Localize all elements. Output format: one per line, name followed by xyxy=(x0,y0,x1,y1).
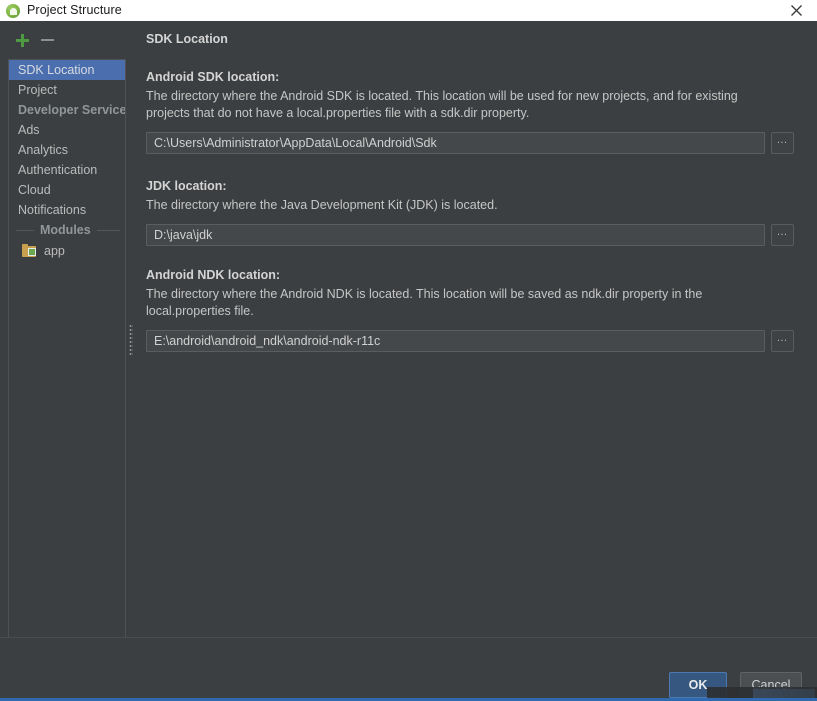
window-title: Project Structure xyxy=(27,3,122,17)
sidebar-item-notifications[interactable]: Notifications xyxy=(9,200,125,220)
jdk-browse-button[interactable]: … xyxy=(771,224,794,246)
sidebar-toolbar xyxy=(0,21,130,59)
android-ndk-browse-button[interactable]: … xyxy=(771,330,794,352)
jdk-location-row: … xyxy=(146,224,794,246)
android-sdk-location-row: … xyxy=(146,132,794,154)
sidebar-item-sdk-location[interactable]: SDK Location xyxy=(9,60,125,80)
android-ndk-location-input[interactable] xyxy=(146,330,766,352)
project-structure-dialog: Project Structure SDK Location Project D… xyxy=(0,0,817,701)
separator-rule-right xyxy=(96,229,120,231)
page-title: SDK Location xyxy=(146,32,228,46)
android-ndk-location-row: … xyxy=(146,330,794,352)
jdk-location-input[interactable] xyxy=(146,224,766,246)
plus-icon xyxy=(15,33,29,47)
close-icon[interactable] xyxy=(781,0,811,21)
section-jdk-location: JDK location: The directory where the Ja… xyxy=(146,179,794,246)
sidebar-item-ads[interactable]: Ads xyxy=(9,120,125,140)
android-sdk-location-description: The directory where the Android SDK is l… xyxy=(146,89,738,120)
section-android-sdk-location: Android SDK location: The directory wher… xyxy=(146,70,794,154)
android-sdk-browse-button[interactable]: … xyxy=(771,132,794,154)
add-module-button[interactable] xyxy=(11,29,33,51)
separator-rule-left xyxy=(16,229,34,231)
sidebar-panel: SDK Location Project Developer Services … xyxy=(8,59,126,653)
dialog-body: SDK Location Project Developer Services … xyxy=(0,21,817,701)
footer-bar: OK Cancel xyxy=(0,638,817,701)
sidebar-group-developer-services[interactable]: Developer Services xyxy=(9,100,125,120)
module-folder-icon xyxy=(22,243,38,258)
section-android-ndk-location: Android NDK location: The directory wher… xyxy=(146,268,794,352)
android-ndk-location-label: Android NDK location: xyxy=(146,268,281,282)
sidebar-item-app[interactable]: app xyxy=(9,240,125,261)
splitter-grip-icon xyxy=(129,324,133,356)
android-sdk-location-input[interactable] xyxy=(146,132,766,154)
android-ndk-location-description: The directory where the Android NDK is l… xyxy=(146,287,703,318)
sidebar-item-analytics[interactable]: Analytics xyxy=(9,140,125,160)
android-studio-icon xyxy=(6,3,20,18)
jdk-location-label: JDK location: xyxy=(146,179,227,193)
panel-splitter[interactable] xyxy=(127,59,135,653)
sidebar-item-app-label: app xyxy=(44,243,65,258)
modules-separator-label: Modules xyxy=(40,223,91,237)
android-sdk-location-label: Android SDK location: xyxy=(146,70,280,84)
remove-module-button[interactable] xyxy=(36,29,58,51)
modules-separator: Modules xyxy=(9,220,125,240)
minus-icon xyxy=(40,39,54,41)
content-panel: SDK Location Android SDK location: The d… xyxy=(136,21,817,635)
title-bar: Project Structure xyxy=(0,0,817,21)
sidebar-list: SDK Location Project Developer Services … xyxy=(9,60,125,261)
sidebar-item-cloud[interactable]: Cloud xyxy=(9,180,125,200)
sidebar-item-authentication[interactable]: Authentication xyxy=(9,160,125,180)
sidebar-item-project[interactable]: Project xyxy=(9,80,125,100)
jdk-location-description: The directory where the Java Development… xyxy=(146,198,498,212)
background-window-fragment-highlight xyxy=(753,689,815,698)
